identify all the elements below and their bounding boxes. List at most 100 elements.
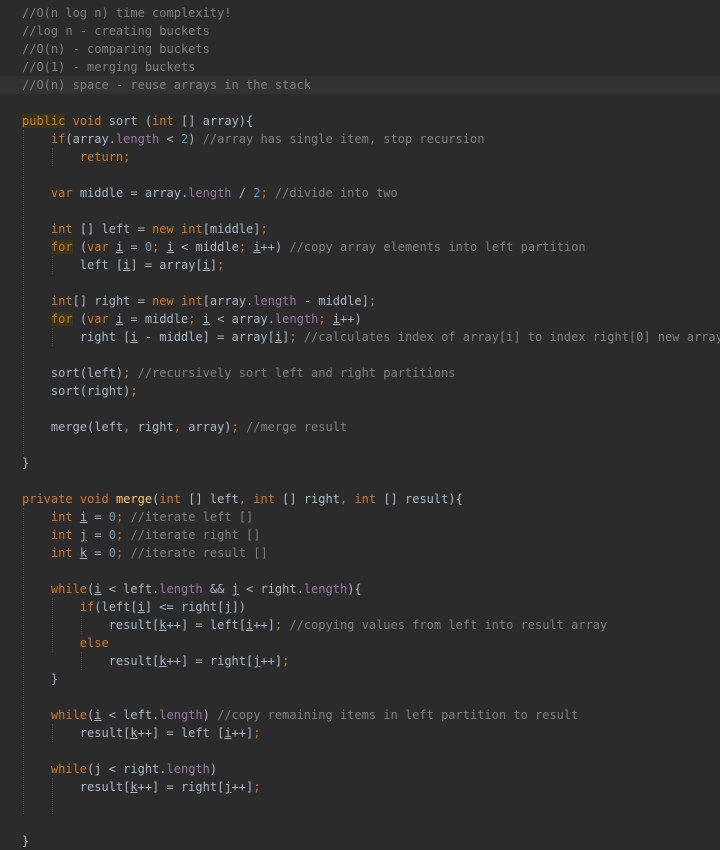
code-line[interactable]: if(array.length < 2) //array has single … (22, 130, 485, 148)
code-line[interactable]: sort(right); (22, 382, 138, 400)
code-token: ; (260, 222, 268, 236)
code-token: [] left (181, 492, 239, 506)
code-token: k (130, 780, 138, 794)
code-token: int (152, 114, 174, 128)
code-line[interactable]: result[k++] = right[j++]; (22, 778, 261, 796)
code-token: var (50, 186, 73, 200)
code-line[interactable]: result[k++] = left[i++]; //copying value… (22, 616, 608, 634)
code-token: i (332, 312, 340, 326)
code-token: left [ (22, 258, 124, 272)
code-line[interactable]: } (22, 670, 58, 688)
code-token: ++] (253, 618, 275, 632)
code-line[interactable]: for (var i = 0; i < middle; i++) //copy … (22, 238, 586, 256)
code-line[interactable]: else (22, 634, 109, 652)
code-line[interactable]: int j = 0; //iterate right [] (22, 526, 261, 544)
code-token: ; (123, 150, 131, 164)
code-line[interactable]: if(left[i] <= right[j]) (22, 598, 246, 616)
code-token: ]) (231, 600, 247, 614)
code-token: i (253, 240, 261, 254)
code-token: [middle] (202, 222, 261, 236)
code-token: private (22, 492, 73, 506)
code-token: //log n - creating buckets (22, 24, 210, 38)
code-line[interactable]: int [] left = new int[middle]; (22, 220, 268, 238)
code-line[interactable]: return; (22, 148, 131, 166)
code-token: //copy remaining items in left partition… (217, 708, 579, 722)
code-line[interactable]: int[] right = new int[array.length - mid… (22, 292, 376, 310)
code-line[interactable]: int k = 0; //iterate result [] (22, 544, 268, 562)
code-token: //copy array elements into left partitio… (289, 240, 586, 254)
code-line[interactable]: //O(n log n) time complexity! (22, 4, 232, 22)
code-line[interactable]: int i = 0; //iterate left [] (22, 508, 253, 526)
code-line[interactable]: result[k++] = right[j++]; (22, 652, 290, 670)
code-line[interactable]: var middle = array.length / 2; //divide … (22, 184, 398, 202)
code-line[interactable]: while(i < left.length) //copy remaining … (22, 706, 578, 724)
code-token: 0 (108, 510, 116, 524)
code-token: i (224, 726, 232, 740)
code-token: result[ (22, 654, 160, 668)
code-line[interactable]: while(i < left.length && j < right.lengt… (22, 580, 362, 598)
code-token: k (159, 654, 167, 668)
code-token: ; (115, 546, 131, 560)
code-token: sort(left) (22, 366, 124, 380)
code-token: int (159, 492, 181, 506)
code-token: ; (231, 420, 246, 434)
code-line[interactable]: //log n - creating buckets (22, 22, 210, 40)
code-token: < middle (173, 240, 239, 254)
code-token: //array has single item, stop recursion (202, 132, 485, 146)
code-token: else (79, 636, 109, 650)
code-token: = (87, 528, 109, 542)
code-token: result[ (22, 726, 131, 740)
code-token: ( (72, 240, 88, 254)
code-token: [] right (274, 492, 340, 506)
code-token: } (22, 834, 30, 848)
code-token: = middle (123, 312, 189, 326)
code-token: ; (260, 186, 275, 200)
code-line[interactable]: right [i - middle] = array[i]; //calcula… (22, 328, 720, 346)
code-token: (left[ (94, 600, 138, 614)
code-token: i (130, 330, 138, 344)
code-line[interactable]: while(j < right.length) (22, 760, 217, 778)
code-token: merge (115, 492, 153, 506)
code-token: < (159, 132, 181, 146)
code-token: right (137, 420, 174, 434)
code-token: [] array){ (173, 114, 254, 128)
code-token: int (181, 222, 203, 236)
code-line[interactable]: private void merge(int [] left, int [] r… (22, 490, 463, 508)
code-token: length (166, 762, 210, 776)
code-token: ; (188, 312, 203, 326)
code-token: result[ (22, 780, 131, 794)
code-token: sort ( (101, 114, 153, 128)
code-line[interactable]: } (22, 832, 29, 850)
code-token: k (79, 546, 88, 560)
code-token: } (22, 672, 59, 686)
code-line[interactable]: left [i] = array[i]; (22, 256, 225, 274)
code-token: merge(left (22, 420, 124, 434)
code-token: ){ (347, 582, 362, 596)
code-line[interactable]: public void sort (int [] array){ (22, 112, 253, 130)
code-line[interactable]: merge(left, right, array); //merge resul… (22, 418, 347, 436)
code-line[interactable]: for (var i = middle; i < array.length; i… (22, 310, 362, 328)
code-line[interactable]: //O(n) - comparing buckets (22, 40, 210, 58)
code-token: while (50, 582, 88, 596)
code-line[interactable]: //O(1) - merging buckets (22, 58, 195, 76)
code-token: 0 (108, 528, 116, 542)
code-token: ; (289, 330, 304, 344)
code-line[interactable]: } (22, 454, 29, 472)
code-token: = (87, 546, 109, 560)
code-line[interactable]: sort(left); //recursively sort left and … (22, 364, 456, 382)
code-editor[interactable]: //O(n log n) time complexity! //log n - c… (0, 0, 720, 848)
code-line[interactable]: //O(n) space - reuse arrays in the stack (22, 76, 311, 94)
code-token: ] = array[ (130, 258, 203, 272)
code-line[interactable]: result[k++] = left [i++]; (22, 724, 261, 742)
